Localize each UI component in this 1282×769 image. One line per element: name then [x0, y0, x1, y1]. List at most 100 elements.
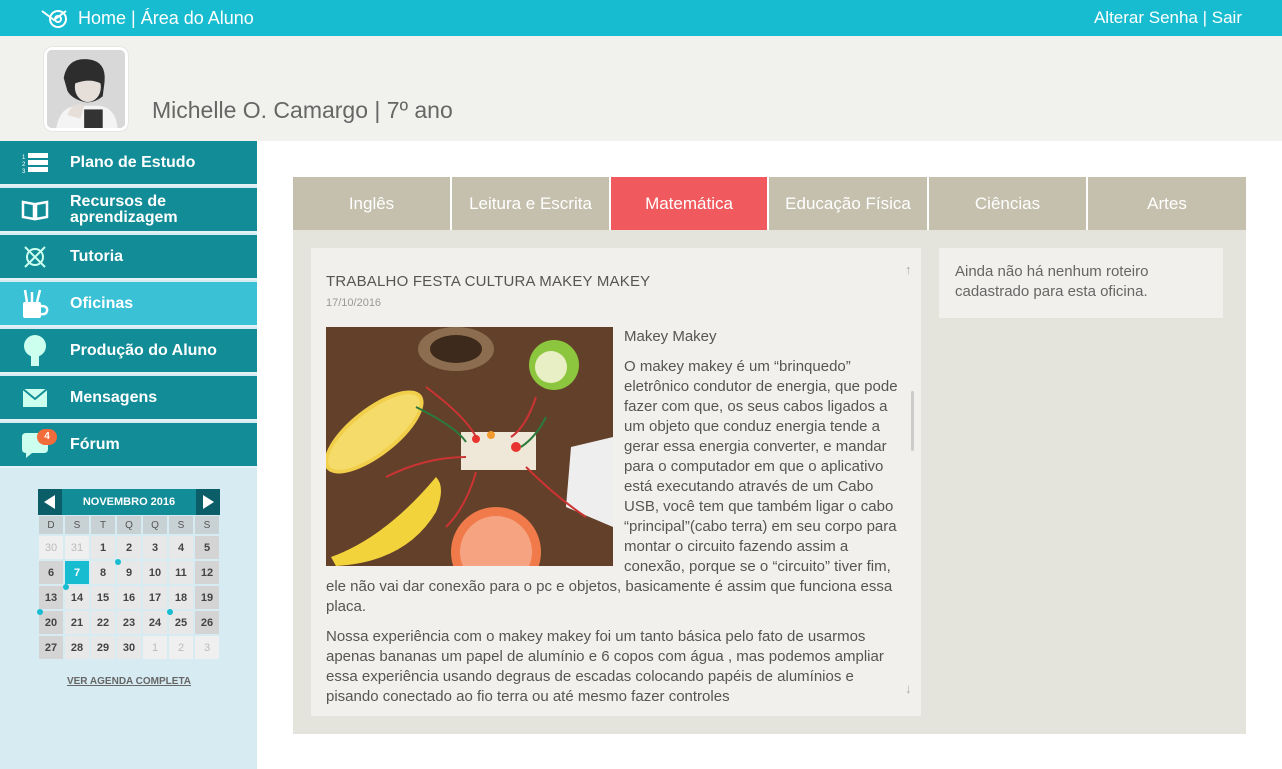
- tab-leitura-e-escrita[interactable]: Leitura e Escrita: [452, 177, 611, 230]
- tab-ciencias[interactable]: Ciências: [929, 177, 1088, 230]
- home-link[interactable]: Home | Área do Aluno: [40, 7, 254, 29]
- sidebar-item-recursos[interactable]: Recursos de aprendizagem: [0, 188, 257, 233]
- calendar-day[interactable]: 27: [38, 635, 64, 660]
- calendar-day[interactable]: 14: [63, 584, 90, 610]
- calendar-day[interactable]: 21: [64, 610, 90, 635]
- calendar-day[interactable]: 8: [90, 560, 116, 585]
- calendar-weekday: Q: [142, 515, 168, 535]
- compass-icon: [24, 245, 46, 268]
- sidebar-item-label: Mensagens: [70, 388, 158, 406]
- calendar-day[interactable]: 24: [142, 610, 168, 635]
- calendar-day[interactable]: 15: [90, 585, 116, 610]
- calendar-prev-button[interactable]: [38, 489, 62, 515]
- calendar-day[interactable]: 13: [38, 585, 64, 610]
- sidebar-item-label: Tutoria: [70, 247, 124, 265]
- sidebar-item-label: Recursos de aprendizagem: [70, 192, 178, 226]
- calendar: NOVEMBRO 2016 D S T Q Q S S 30 31 1 2 3 4 5 6 7 8 9 10 11 12…: [37, 489, 220, 660]
- calendar-day[interactable]: 31: [64, 535, 90, 560]
- account-links[interactable]: Alterar Senha | Sair: [1094, 8, 1242, 28]
- sidebar-item-label: Plano de Estudo: [70, 153, 196, 171]
- arrow-left-icon: [44, 495, 55, 509]
- calendar-weekday: S: [194, 515, 220, 535]
- calendar-day[interactable]: 28: [64, 635, 90, 660]
- sidebar-item-tutoria[interactable]: Tutoria: [0, 235, 257, 280]
- calendar-day[interactable]: 4: [168, 535, 194, 560]
- calendar-month-title: NOVEMBRO 2016: [82, 496, 176, 508]
- full-agenda-link[interactable]: VER AGENDA COMPLETA: [38, 676, 220, 687]
- logo-at-icon: [41, 10, 67, 28]
- top-bar: Home | Área do Aluno Alterar Senha | Sai…: [0, 0, 1282, 36]
- calendar-day[interactable]: 3: [194, 635, 220, 660]
- home-label[interactable]: Home | Área do Aluno: [78, 8, 254, 29]
- svg-text:1: 1: [22, 155, 26, 161]
- tab-educacao-fisica[interactable]: Educação Física: [769, 177, 929, 230]
- sidebar: 123 Plano de Estudo Recursos de aprendiz…: [0, 141, 257, 769]
- envelope-icon: [22, 387, 48, 407]
- calendar-weekday: D: [38, 515, 64, 535]
- arrow-right-icon: [203, 495, 214, 509]
- sidebar-item-forum[interactable]: 4 Fórum: [0, 423, 257, 468]
- calendar-day[interactable]: 16: [116, 585, 142, 610]
- calendar-grid: D S T Q Q S S 30 31 1 2 3 4 5 6 7 8 9 10 11 12 13 14 15 16 17 18 19…: [37, 515, 220, 660]
- calendar-day[interactable]: 25: [167, 609, 194, 635]
- event-dot: [167, 609, 173, 615]
- calendar-day[interactable]: 1: [142, 635, 168, 660]
- student-name: Michelle O. Camargo | 7º ano: [152, 97, 453, 123]
- scroll-up-arrow[interactable]: ↑: [905, 262, 912, 277]
- calendar-weekday: S: [64, 515, 90, 535]
- calendar-day[interactable]: 26: [194, 610, 220, 635]
- calendar-day[interactable]: 12: [194, 560, 220, 585]
- sidebar-item-label: Produção do Aluno: [70, 341, 217, 359]
- calendar-day[interactable]: 7: [64, 560, 90, 585]
- calendar-day[interactable]: 20: [37, 609, 64, 635]
- post-title: TRABALHO FESTA CULTURA MAKEY MAKEY: [326, 273, 651, 290]
- sidebar-item-mensagens[interactable]: Mensagens: [0, 376, 257, 421]
- post-paragraph: Nossa experiência com o makey makey foi …: [326, 628, 884, 705]
- calendar-day[interactable]: 22: [90, 610, 116, 635]
- tab-artes[interactable]: Artes: [1088, 177, 1246, 230]
- svg-text:2: 2: [22, 162, 26, 168]
- sidebar-item-plano-de-estudo[interactable]: 123 Plano de Estudo: [0, 141, 257, 186]
- event-dot: [63, 584, 69, 590]
- calendar-next-button[interactable]: [196, 489, 220, 515]
- post-card: TRABALHO FESTA CULTURA MAKEY MAKEY 17/10…: [311, 248, 921, 716]
- calendar-day[interactable]: 3: [142, 535, 168, 560]
- calendar-day[interactable]: 29: [90, 635, 116, 660]
- scrollbar-thumb[interactable]: [911, 391, 914, 451]
- sidebar-item-label: Fórum: [70, 435, 120, 453]
- calendar-day[interactable]: 18: [168, 585, 194, 610]
- calendar-day[interactable]: 23: [116, 610, 142, 635]
- empty-roteiro-note: Ainda não há nenhum roteiro cadastrado p…: [939, 248, 1223, 318]
- subject-tabs: Inglês Leitura e Escrita Matemática Educ…: [293, 177, 1246, 230]
- sidebar-item-producao[interactable]: Produção do Aluno: [0, 329, 257, 374]
- tab-matematica[interactable]: Matemática: [611, 177, 769, 230]
- calendar-day[interactable]: 5: [194, 535, 220, 560]
- lightbulb-icon: [24, 334, 46, 366]
- calendar-weekday: S: [168, 515, 194, 535]
- avatar-photo: [47, 50, 125, 128]
- calendar-day[interactable]: 2: [116, 535, 142, 560]
- sidebar-item-oficinas[interactable]: Oficinas: [0, 282, 257, 327]
- avatar: [44, 47, 128, 131]
- calendar-day[interactable]: 30: [116, 635, 142, 660]
- calendar-weekday: Q: [116, 515, 142, 535]
- calendar-day[interactable]: 9: [115, 559, 142, 585]
- tools-cup-icon: [23, 289, 49, 318]
- calendar-day[interactable]: 2: [168, 635, 194, 660]
- tab-ingles[interactable]: Inglês: [293, 177, 452, 230]
- calendar-day[interactable]: 10: [142, 560, 168, 585]
- calendar-day[interactable]: 30: [38, 535, 64, 560]
- list-icon: 123: [22, 152, 48, 175]
- calendar-day[interactable]: 6: [38, 560, 64, 585]
- calendar-day[interactable]: 17: [142, 585, 168, 610]
- event-dot: [115, 559, 121, 565]
- calendar-header: NOVEMBRO 2016: [38, 489, 220, 515]
- sidebar-item-label: Oficinas: [70, 294, 134, 312]
- calendar-day[interactable]: 19: [194, 585, 220, 610]
- event-dot: [37, 609, 43, 615]
- calendar-day[interactable]: 11: [168, 560, 194, 585]
- post-date: 17/10/2016: [326, 297, 382, 309]
- scroll-down-arrow[interactable]: ↓: [905, 681, 912, 696]
- calendar-weekday: T: [90, 515, 116, 535]
- calendar-day[interactable]: 1: [90, 535, 116, 560]
